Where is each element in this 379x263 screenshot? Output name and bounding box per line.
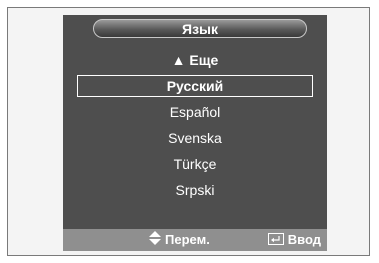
language-list: ▲ Еще Русский Español Svenska Türkçe Srp… xyxy=(63,47,327,203)
more-item[interactable]: ▲ Еще xyxy=(63,47,327,73)
language-item-spanish[interactable]: Español xyxy=(63,99,327,125)
menu-title-bar: Язык xyxy=(93,19,307,38)
enter-label: Ввод xyxy=(287,232,321,247)
move-label: Перем. xyxy=(165,232,210,247)
language-item-turkish[interactable]: Türkçe xyxy=(63,151,327,177)
language-item-serbian[interactable]: Srpski xyxy=(63,177,327,203)
language-item-russian[interactable]: Русский xyxy=(77,75,313,97)
language-item-swedish[interactable]: Svenska xyxy=(63,125,327,151)
language-menu-panel: Язык ▲ Еще Русский Español Svenska Türkç… xyxy=(63,15,327,251)
footer-move: Перем. xyxy=(149,229,210,252)
footer-bar: Перем. Ввод xyxy=(63,229,327,251)
menu-title: Язык xyxy=(182,21,218,37)
footer-enter: Ввод xyxy=(267,229,321,252)
enter-icon xyxy=(267,230,284,252)
up-down-arrows-icon xyxy=(149,230,161,252)
